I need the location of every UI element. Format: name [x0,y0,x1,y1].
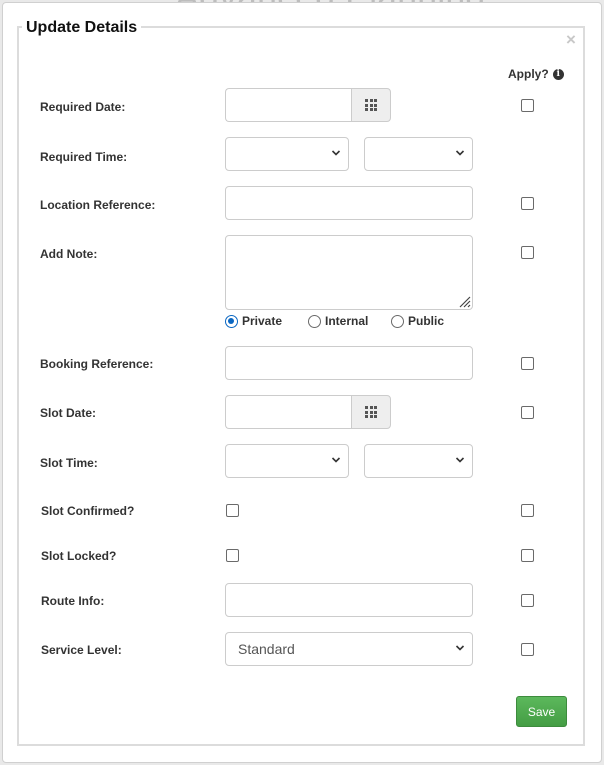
service-level-value: Standard [238,641,295,657]
modal-title: Update Details [22,19,142,37]
required-time-hour-select[interactable] [225,137,349,171]
radio-public-label: Public [408,314,445,328]
save-button[interactable]: Save [516,696,567,727]
slot-date-calendar-button[interactable] [351,395,391,429]
apply-column-header: Apply? i [508,67,564,81]
slot-time-minute-select[interactable] [364,444,473,478]
booking-reference-label: Booking Reference: [40,357,154,371]
radio-internal-indicator[interactable] [308,314,321,328]
close-icon[interactable]: × [566,31,576,48]
location-reference-input[interactable] [225,186,473,220]
calendar-grid-icon [365,99,377,111]
apply-booking-reference-checkbox[interactable] [521,357,534,370]
chevron-down-icon [455,645,465,651]
slot-locked-checkbox[interactable] [226,549,239,562]
required-time-minute-select[interactable] [364,137,473,171]
add-note-label: Add Note: [40,247,98,261]
required-date-label: Required Date: [40,100,126,114]
apply-slot-date-checkbox[interactable] [521,406,534,419]
radio-internal[interactable]: Internal [308,314,368,328]
service-level-select[interactable]: Standard [225,632,473,666]
apply-note-checkbox[interactable] [521,246,534,259]
chevron-down-icon [455,150,465,156]
calendar-grid-icon [365,406,377,418]
route-info-label: Route Info: [41,594,105,608]
chevron-down-icon [331,457,341,463]
apply-slot-confirmed-checkbox[interactable] [521,504,534,517]
apply-route-info-checkbox[interactable] [521,594,534,607]
resize-grip-icon[interactable] [455,292,471,308]
required-date-input[interactable] [225,88,352,122]
apply-slot-locked-checkbox[interactable] [521,549,534,562]
location-reference-label: Location Reference: [40,198,156,212]
service-level-label: Service Level: [41,643,122,657]
required-time-label: Required Time: [40,150,128,164]
route-info-input[interactable] [225,583,473,617]
radio-private[interactable]: Private [225,314,282,328]
note-textarea[interactable] [225,235,473,310]
radio-private-label: Private [242,314,283,328]
chevron-down-icon [331,150,341,156]
info-icon[interactable]: i [552,68,564,80]
apply-header-label: Apply? [508,67,549,81]
required-date-picker [225,88,391,122]
slot-date-input[interactable] [225,395,352,429]
slot-locked-label: Slot Locked? [41,549,117,563]
radio-public-indicator[interactable] [391,314,404,328]
slot-time-label: Slot Time: [40,456,98,470]
radio-private-indicator[interactable] [225,314,238,328]
radio-internal-label: Internal [325,314,369,328]
slot-date-picker [225,395,391,429]
slot-date-label: Slot Date: [40,406,97,420]
radio-public[interactable]: Public [391,314,444,328]
required-date-calendar-button[interactable] [351,88,391,122]
apply-required-date-checkbox[interactable] [521,99,534,112]
slot-confirmed-checkbox[interactable] [226,504,239,517]
chevron-down-icon [455,457,465,463]
apply-service-level-checkbox[interactable] [521,643,534,656]
apply-location-reference-checkbox[interactable] [521,197,534,210]
booking-reference-input[interactable] [225,346,473,380]
slot-time-hour-select[interactable] [225,444,349,478]
slot-confirmed-label: Slot Confirmed? [41,504,135,518]
